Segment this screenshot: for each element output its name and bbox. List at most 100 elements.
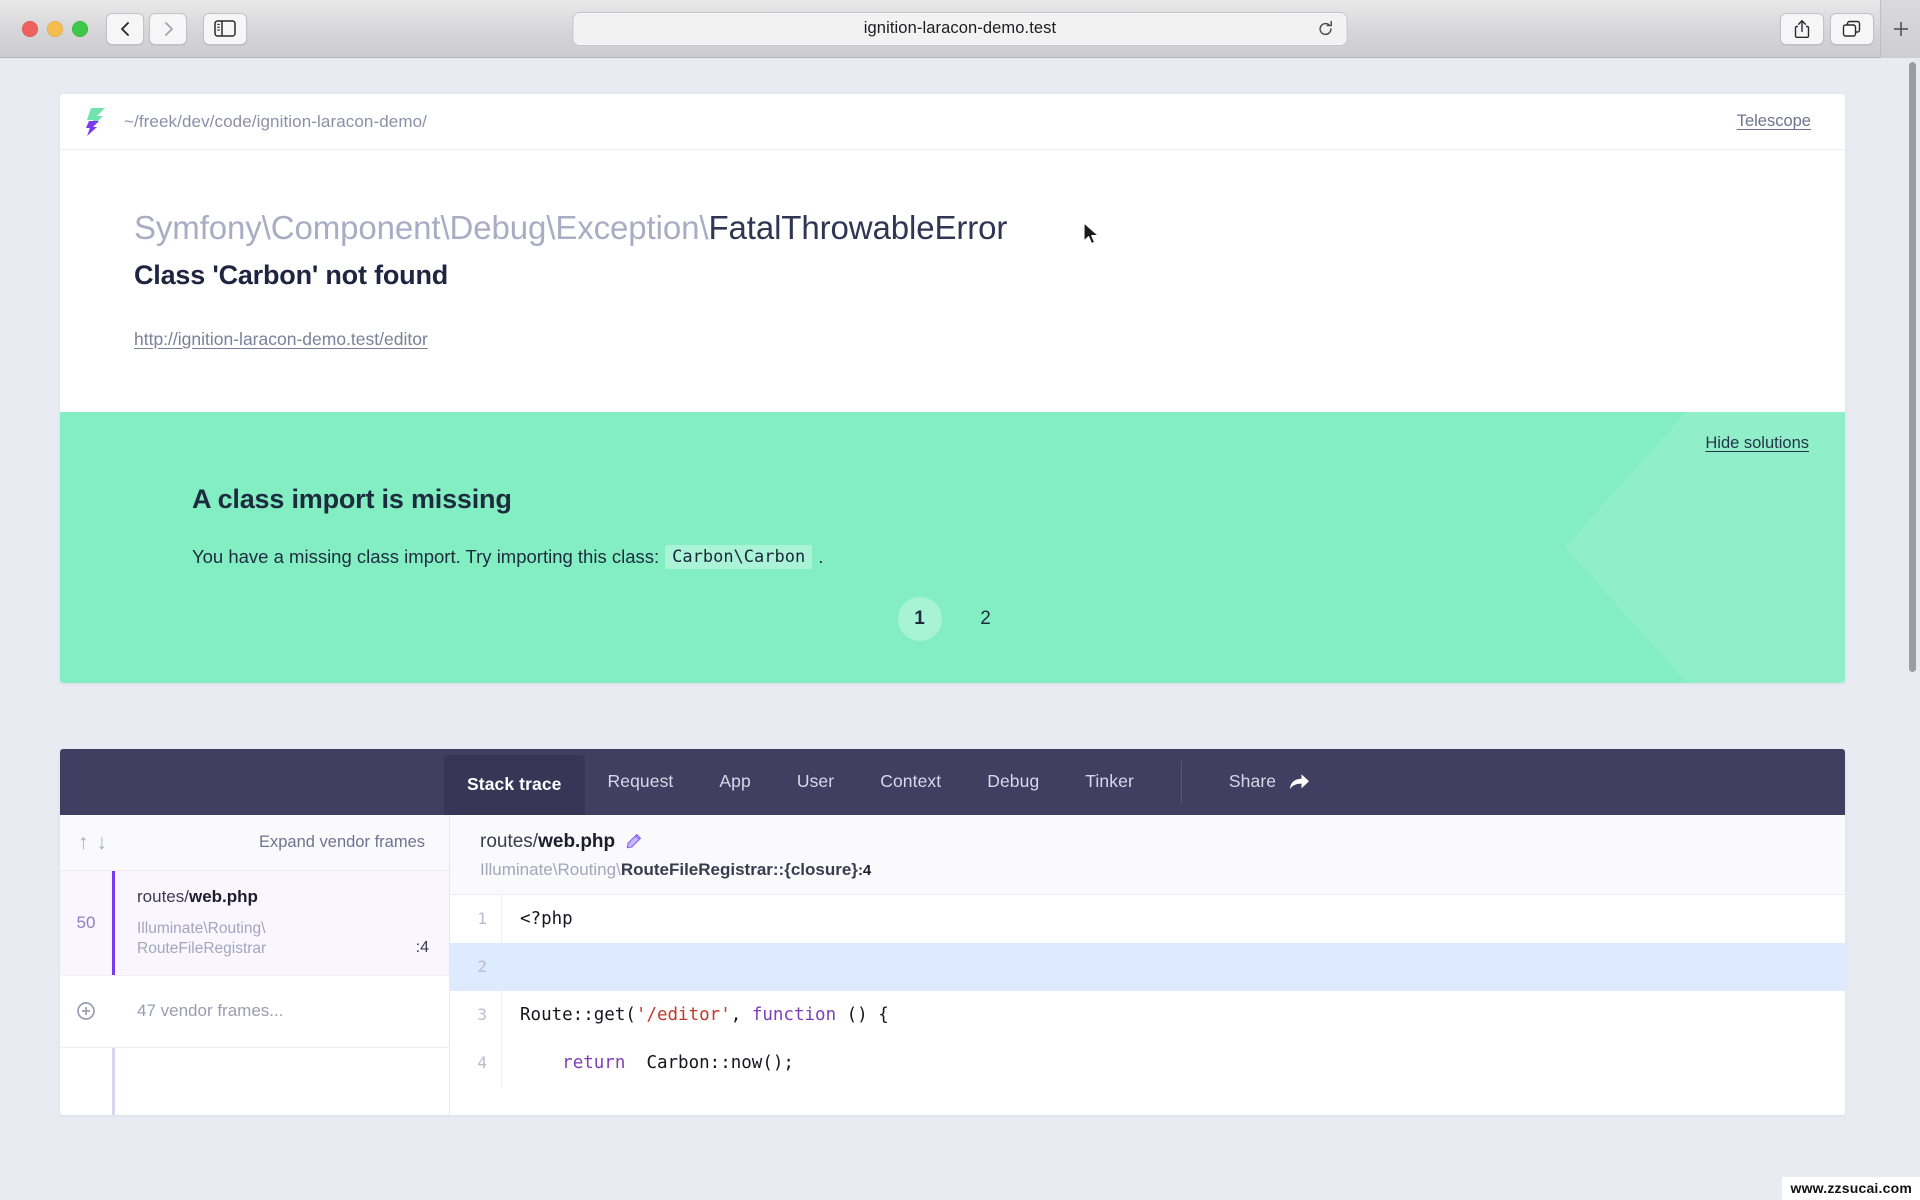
solution-text-after: . bbox=[818, 546, 823, 568]
trace-body: ↑ ↓ Expand vendor frames 50 routes/web.p… bbox=[60, 815, 1845, 1115]
code-token: , bbox=[731, 1005, 752, 1025]
frame-number: 50 bbox=[60, 871, 112, 975]
code-token-string: '/editor' bbox=[636, 1005, 731, 1025]
tab-overview-button[interactable] bbox=[1830, 13, 1874, 45]
code-line: 3 Route::get('/editor', function () { bbox=[450, 991, 1845, 1039]
frame-class-line-1: Illuminate\Routing\ bbox=[137, 919, 449, 939]
exception-class-name: FatalThrowableError bbox=[708, 209, 1007, 246]
back-button[interactable] bbox=[106, 13, 144, 45]
watermark: www.zzsucai.com bbox=[1782, 1177, 1920, 1200]
code-line-highlighted: 2 bbox=[450, 943, 1845, 991]
frame-number-placeholder bbox=[60, 1048, 112, 1115]
exception-message: Class 'Carbon' not found bbox=[134, 260, 1845, 291]
code-line-suffix: :4 bbox=[858, 862, 871, 879]
tab-debug[interactable]: Debug bbox=[964, 749, 1062, 815]
solution-page-1[interactable]: 1 bbox=[898, 597, 942, 641]
code-token bbox=[520, 1053, 562, 1073]
code-file-path: routes/web.php bbox=[480, 831, 615, 853]
frame-line-number: :4 bbox=[416, 939, 429, 957]
code-lines: 1 <?php 2 3 Route::get('/editor', functi… bbox=[450, 895, 1845, 1087]
frames-toolbar: ↑ ↓ Expand vendor frames bbox=[60, 815, 449, 871]
code-file-name: web.php bbox=[538, 831, 615, 852]
frame-class-line-2: RouteFileRegistrar bbox=[137, 939, 449, 959]
solution-code-chip: Carbon\Carbon bbox=[665, 545, 812, 569]
solution-body: A class import is missing You have a mis… bbox=[60, 412, 1845, 569]
code-class-ns: Illuminate\Routing\ bbox=[480, 860, 621, 879]
exception-class: Symfony\Component\Debug\Exception\FatalT… bbox=[134, 208, 1845, 248]
code-line-number: 1 bbox=[450, 895, 502, 943]
plus-icon bbox=[1891, 19, 1911, 39]
forward-button[interactable] bbox=[149, 13, 187, 45]
minimize-window-button[interactable] bbox=[47, 21, 63, 37]
page-scrollbar[interactable] bbox=[1907, 62, 1918, 1196]
code-frame-class: Illuminate\Routing\RouteFileRegistrar::{… bbox=[480, 860, 1845, 880]
tabs-icon bbox=[1842, 20, 1862, 38]
share-arrow-icon bbox=[1289, 772, 1310, 791]
code-token: () { bbox=[836, 1005, 889, 1025]
code-line: 4 return Carbon::now(); bbox=[450, 1039, 1845, 1087]
code-token: Route::get( bbox=[520, 1005, 636, 1025]
code-line-source: <?php bbox=[502, 909, 573, 929]
code-line-source: return Carbon::now(); bbox=[502, 1053, 794, 1073]
telescope-link[interactable]: Telescope bbox=[1737, 112, 1811, 131]
solution-description: You have a missing class import. Try imp… bbox=[192, 545, 1845, 569]
frame-up-icon[interactable]: ↑ bbox=[78, 832, 89, 853]
frames-list-next-row[interactable] bbox=[60, 1048, 449, 1115]
window-traffic-lights bbox=[22, 21, 88, 37]
expand-vendor-icon-wrap[interactable] bbox=[60, 1001, 112, 1021]
code-line-source: Route::get('/editor', function () { bbox=[502, 1005, 889, 1025]
pencil-icon[interactable] bbox=[625, 833, 642, 850]
frame-file: routes/web.php bbox=[137, 887, 449, 907]
chevron-left-icon bbox=[119, 20, 132, 38]
maximize-window-button[interactable] bbox=[72, 21, 88, 37]
share-tab-button[interactable]: Share bbox=[1206, 749, 1333, 815]
code-file-dir: routes/ bbox=[480, 831, 538, 852]
share-button[interactable] bbox=[1780, 13, 1824, 45]
reload-icon[interactable] bbox=[1317, 20, 1335, 38]
address-bar[interactable]: ignition-laracon-demo.test bbox=[573, 12, 1348, 46]
project-path: ~/freek/dev/code/ignition-laracon-demo/ bbox=[124, 112, 427, 132]
tab-divider bbox=[1181, 761, 1182, 803]
tab-request[interactable]: Request bbox=[585, 749, 697, 815]
close-window-button[interactable] bbox=[22, 21, 38, 37]
frame-nav-arrows: ↑ ↓ bbox=[78, 832, 107, 853]
tab-user[interactable]: User bbox=[774, 749, 857, 815]
code-file-title: routes/web.php bbox=[480, 831, 1845, 853]
plus-circle-icon bbox=[76, 1001, 96, 1021]
ignition-header: ~/freek/dev/code/ignition-laracon-demo/ … bbox=[60, 94, 1845, 150]
new-tab-button[interactable] bbox=[1880, 0, 1920, 58]
exception-request-url[interactable]: http://ignition-laracon-demo.test/editor bbox=[134, 329, 428, 350]
table-row[interactable]: 50 routes/web.php Illuminate\Routing\ Ro… bbox=[60, 871, 449, 976]
code-line-number: 2 bbox=[450, 943, 502, 991]
tab-app[interactable]: App bbox=[696, 749, 773, 815]
sidebar-toggle-button[interactable] bbox=[203, 13, 247, 45]
tab-bar: Stack trace Request App User Context Deb… bbox=[60, 749, 1845, 815]
tab-tinker[interactable]: Tinker bbox=[1062, 749, 1157, 815]
frame-down-icon[interactable]: ↓ bbox=[97, 832, 108, 853]
solution-pagination: 1 2 bbox=[60, 569, 1845, 683]
frame-info: routes/web.php Illuminate\Routing\ Route… bbox=[115, 871, 449, 975]
url-text: ignition-laracon-demo.test bbox=[864, 19, 1056, 38]
code-token-keyword: return bbox=[562, 1053, 625, 1073]
frame-file-name: web.php bbox=[189, 887, 258, 906]
share-upload-icon bbox=[1793, 19, 1811, 39]
share-label: Share bbox=[1229, 771, 1276, 792]
expand-vendor-frames-link[interactable]: Expand vendor frames bbox=[259, 833, 425, 852]
code-token-keyword: function bbox=[752, 1005, 836, 1025]
frame-class: Illuminate\Routing\ RouteFileRegistrar bbox=[137, 919, 449, 959]
tab-context[interactable]: Context bbox=[857, 749, 964, 815]
code-token: <?php bbox=[520, 909, 573, 929]
frames-list: ↑ ↓ Expand vendor frames 50 routes/web.p… bbox=[60, 815, 450, 1115]
page-content: ~/freek/dev/code/ignition-laracon-demo/ … bbox=[0, 58, 1920, 1200]
tab-stack-trace[interactable]: Stack trace bbox=[444, 755, 585, 815]
code-line: 1 <?php bbox=[450, 895, 1845, 943]
sidebar-icon bbox=[214, 20, 236, 37]
code-panel-header: routes/web.php Illuminate\Routing\RouteF… bbox=[450, 815, 1845, 895]
vendor-frames-row[interactable]: 47 vendor frames... bbox=[60, 976, 449, 1048]
solution-page-2[interactable]: 2 bbox=[964, 597, 1008, 641]
exception-summary: Symfony\Component\Debug\Exception\FatalT… bbox=[60, 150, 1845, 412]
scrollbar-thumb[interactable] bbox=[1909, 62, 1916, 672]
browser-toolbar: ignition-laracon-demo.test bbox=[0, 0, 1920, 58]
solution-text-before: You have a missing class import. Try imp… bbox=[192, 546, 659, 568]
solution-panel: Hide solutions A class import is missing… bbox=[60, 412, 1845, 683]
